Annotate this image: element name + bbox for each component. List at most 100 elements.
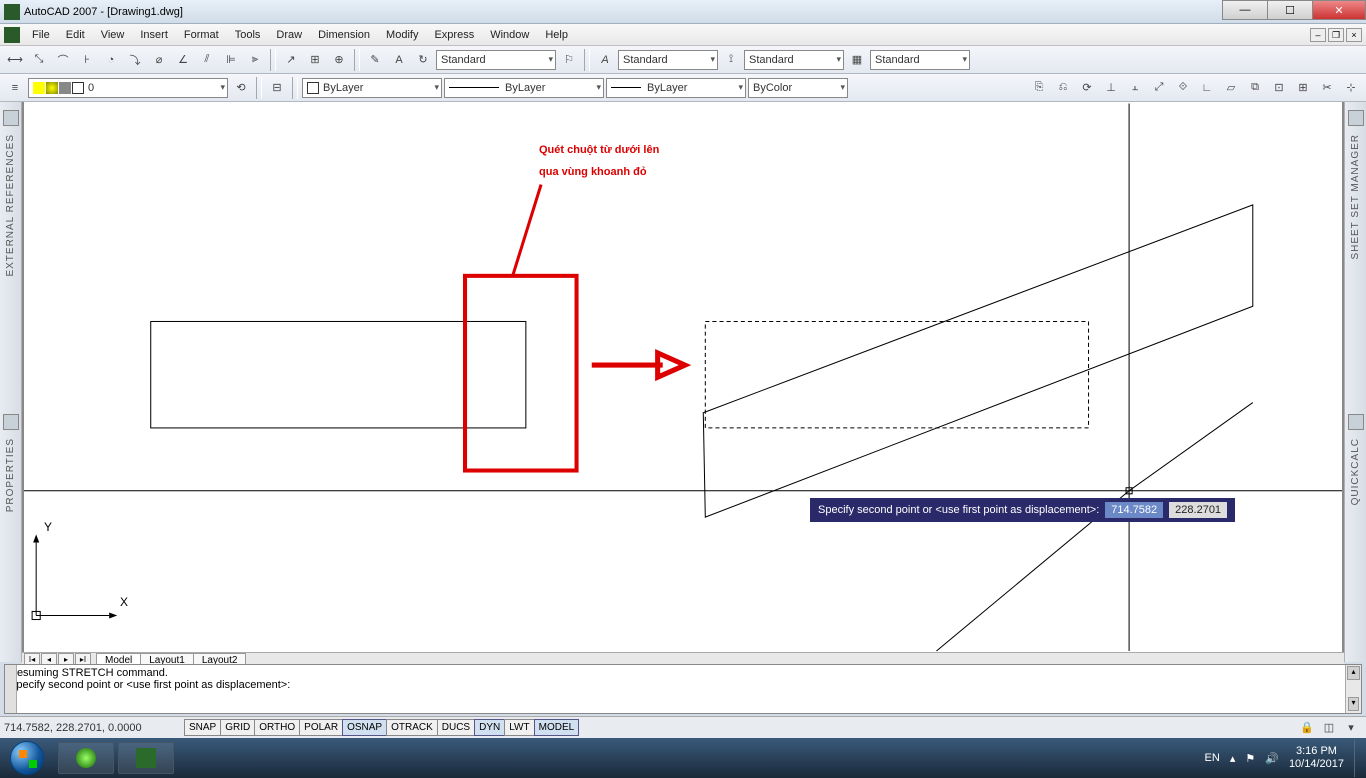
cmd-scrollbar[interactable]: ▴ ▾	[1345, 665, 1361, 713]
menu-format[interactable]: Format	[176, 27, 227, 43]
status-tool-icon[interactable]: ◫	[1318, 717, 1340, 739]
text-style-icon[interactable]: A	[594, 49, 616, 71]
dim-style-icon[interactable]: ⚐	[558, 49, 580, 71]
modify-btn-6[interactable]: ⤢	[1148, 77, 1170, 99]
dim-tedit-icon[interactable]: A	[388, 49, 410, 71]
menu-view[interactable]: View	[93, 27, 133, 43]
dim-style-combo[interactable]: Standard	[436, 50, 556, 70]
status-annoscale-icon[interactable]: ▾	[1340, 717, 1362, 739]
modify-btn-5[interactable]: ⫠	[1124, 77, 1146, 99]
layer-prev-icon[interactable]: ⟲	[230, 77, 252, 99]
right-palette-2[interactable]: QUICKCALC	[1344, 406, 1366, 662]
tray-volume-icon[interactable]: 🔊	[1265, 752, 1279, 765]
menu-express[interactable]: Express	[426, 27, 482, 43]
left-palette-2[interactable]: PROPERTIES	[0, 406, 22, 662]
modify-btn-11[interactable]: ⊡	[1268, 77, 1290, 99]
layer-lock-icon	[59, 82, 71, 94]
center-mark-icon[interactable]: ⊕	[328, 49, 350, 71]
doc-restore-button[interactable]: ❐	[1328, 28, 1344, 42]
dim-arc-icon[interactable]: ⌒	[52, 49, 74, 71]
maximize-button[interactable]: ☐	[1267, 0, 1313, 20]
color-combo[interactable]: ByLayer	[302, 78, 442, 98]
doc-minimize-button[interactable]: –	[1310, 28, 1326, 42]
dim-aligned-icon[interactable]: ⤡	[28, 49, 50, 71]
text-style-combo[interactable]: Standard	[618, 50, 718, 70]
lineweight-combo[interactable]: ByLayer	[606, 78, 746, 98]
modify-btn-9[interactable]: ▱	[1220, 77, 1242, 99]
menu-modify[interactable]: Modify	[378, 27, 426, 43]
dim-update-icon[interactable]: ↻	[412, 49, 434, 71]
tray-flag-icon[interactable]: ⚑	[1245, 752, 1255, 765]
linetype-combo[interactable]: ByLayer	[444, 78, 604, 98]
modify-btn-8[interactable]: ∟	[1196, 77, 1218, 99]
menu-file[interactable]: File	[24, 27, 58, 43]
tray-clock[interactable]: 3:16 PM 10/14/2017	[1289, 745, 1344, 771]
layer-combo[interactable]: 0	[28, 78, 228, 98]
menu-tools[interactable]: Tools	[227, 27, 269, 43]
modify-btn-13[interactable]: ✂	[1316, 77, 1338, 99]
status-osnap[interactable]: OSNAP	[342, 719, 387, 736]
status-lock-icon[interactable]: 🔒	[1296, 717, 1318, 739]
qleader-icon[interactable]: ↗	[280, 49, 302, 71]
command-window[interactable]: Resuming STRETCH command. Specify second…	[4, 664, 1362, 714]
document-icon[interactable]	[4, 27, 20, 43]
dim-ordinate-icon[interactable]: ⊦	[76, 49, 98, 71]
dim-jogged-icon[interactable]: ⤵	[124, 49, 146, 71]
dim-diameter-icon[interactable]: ⌀	[148, 49, 170, 71]
modify-btn-3[interactable]: ⟳	[1076, 77, 1098, 99]
menu-dimension[interactable]: Dimension	[310, 27, 378, 43]
style-combo-4[interactable]: Standard	[870, 50, 970, 70]
modify-btn-2[interactable]: ⎌	[1052, 77, 1074, 99]
menu-help[interactable]: Help	[537, 27, 576, 43]
layer-states-icon[interactable]: ⊟	[266, 77, 288, 99]
dim-style2-icon[interactable]: ⟟	[720, 49, 742, 71]
modify-btn-10[interactable]: ⧉	[1244, 77, 1266, 99]
menu-insert[interactable]: Insert	[132, 27, 176, 43]
menu-draw[interactable]: Draw	[268, 27, 310, 43]
dim-baseline-icon[interactable]: ⊫	[220, 49, 242, 71]
taskbar-app-autocad[interactable]	[118, 742, 174, 774]
status-snap[interactable]: SNAP	[184, 719, 221, 736]
style-combo-3[interactable]: Standard	[744, 50, 844, 70]
modify-btn-12[interactable]: ⊞	[1292, 77, 1314, 99]
dim-angular-icon[interactable]: ∠	[172, 49, 194, 71]
cmd-grip[interactable]	[5, 665, 17, 713]
layer-manager-icon[interactable]: ≡	[4, 77, 26, 99]
status-otrack[interactable]: OTRACK	[386, 719, 438, 736]
status-ducs[interactable]: DUCS	[437, 719, 475, 736]
language-indicator[interactable]: EN	[1205, 752, 1220, 764]
table-style-icon[interactable]: ▦	[846, 49, 868, 71]
taskbar-app-1[interactable]	[58, 742, 114, 774]
show-desktop-button[interactable]	[1354, 739, 1362, 777]
dim-linear-icon[interactable]: ⟷	[4, 49, 26, 71]
drawing-canvas[interactable]: Quét chuột từ dưới lên qua vùng khoanh đ…	[22, 102, 1344, 652]
menu-edit[interactable]: Edit	[58, 27, 93, 43]
modify-btn-7[interactable]: ⟐	[1172, 77, 1194, 99]
quick-dim-icon[interactable]: ⫽	[196, 49, 218, 71]
status-grid[interactable]: GRID	[220, 719, 255, 736]
status-polar[interactable]: POLAR	[299, 719, 343, 736]
dynamic-y[interactable]: 228.2701	[1169, 502, 1227, 518]
dynamic-x[interactable]: 714.7582	[1105, 502, 1163, 518]
status-ortho[interactable]: ORTHO	[254, 719, 300, 736]
start-button[interactable]	[0, 738, 54, 778]
dim-radius-icon[interactable]: ◔	[100, 49, 122, 71]
tray-arrow-icon[interactable]: ▴	[1230, 752, 1236, 765]
status-dyn[interactable]: DYN	[474, 719, 505, 736]
plotstyle-combo[interactable]: ByColor	[748, 78, 848, 98]
doc-close-button[interactable]: ×	[1346, 28, 1362, 42]
minimize-button[interactable]: —	[1222, 0, 1268, 20]
scroll-up-icon[interactable]: ▴	[1347, 666, 1360, 680]
scroll-down-icon[interactable]: ▾	[1348, 697, 1359, 711]
tolerance-icon[interactable]: ⊞	[304, 49, 326, 71]
modify-btn-4[interactable]: ⊥	[1100, 77, 1122, 99]
status-model[interactable]: MODEL	[534, 719, 580, 736]
status-lwt[interactable]: LWT	[504, 719, 534, 736]
close-button[interactable]: ✕	[1312, 0, 1366, 20]
modify-btn-1[interactable]: ⎘	[1028, 77, 1050, 99]
modify-btn-14[interactable]: ⊹	[1340, 77, 1362, 99]
coordinates-display[interactable]: 714.7582, 228.2701, 0.0000	[4, 722, 184, 734]
dim-continue-icon[interactable]: ⫸	[244, 49, 266, 71]
dim-edit-icon[interactable]: ✎	[364, 49, 386, 71]
menu-window[interactable]: Window	[482, 27, 537, 43]
